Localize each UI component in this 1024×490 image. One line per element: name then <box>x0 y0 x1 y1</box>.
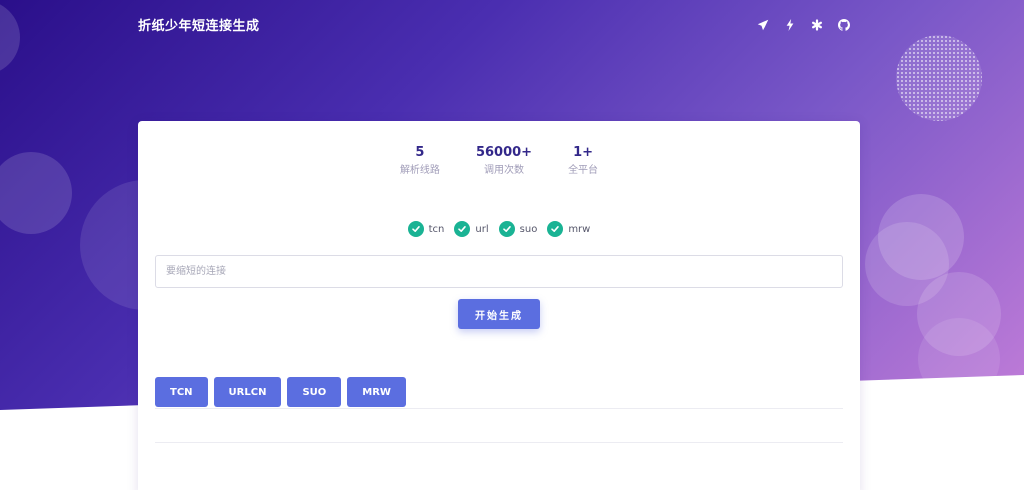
tabs-divider <box>155 408 843 409</box>
check-circle-icon <box>498 221 515 237</box>
top-navbar: 折纸少年短连接生成 <box>138 17 850 37</box>
stat-lines: 5 解析线路 <box>400 145 440 179</box>
result-divider <box>155 442 843 443</box>
url-input[interactable] <box>155 255 843 288</box>
service-label: url <box>475 223 489 235</box>
github-icon[interactable] <box>838 19 850 31</box>
site-title[interactable]: 折纸少年短连接生成 <box>138 17 260 37</box>
check-circle-icon <box>407 221 424 237</box>
check-circle-icon <box>454 221 471 237</box>
stat-value: 56000+ <box>475 145 533 160</box>
check-circle-icon <box>547 221 564 237</box>
stat-label: 调用次数 <box>484 165 524 176</box>
stat-label: 解析线路 <box>399 165 440 176</box>
service-label: tcn <box>428 223 445 235</box>
service-label: mrw <box>568 223 591 235</box>
decorative-bubble <box>0 0 20 75</box>
service-tcn[interactable]: tcn <box>407 221 445 237</box>
result-tabs: TCN URLCN SUO MRW <box>155 377 406 407</box>
service-label: suo <box>519 223 538 235</box>
bolt-icon[interactable] <box>784 19 796 31</box>
asterisk-icon[interactable] <box>811 19 823 31</box>
nav-icons <box>757 19 850 31</box>
decorative-bubble <box>0 152 72 234</box>
tab-urlcn[interactable]: URLCN <box>213 377 282 407</box>
paper-plane-icon[interactable] <box>757 19 769 31</box>
stat-calls: 56000+ 调用次数 <box>476 145 532 179</box>
decorative-bubble <box>878 194 964 280</box>
tab-tcn[interactable]: TCN <box>155 377 208 407</box>
tab-mrw[interactable]: MRW <box>347 377 406 407</box>
main-card: 5 解析线路 56000+ 调用次数 1+ 全平台 tcn url suo mr… <box>138 121 860 490</box>
stat-value: 5 <box>415 145 425 160</box>
service-mrw[interactable]: mrw <box>547 221 590 237</box>
stat-platforms: 1+ 全平台 <box>568 145 598 179</box>
stat-value: 1+ <box>573 145 594 160</box>
service-url[interactable]: url <box>454 221 489 237</box>
tab-suo[interactable]: SUO <box>287 377 342 407</box>
service-checklist: tcn url suo mrw <box>138 221 860 237</box>
service-suo[interactable]: suo <box>498 221 538 237</box>
stat-label: 全平台 <box>568 165 599 176</box>
stats-row: 5 解析线路 56000+ 调用次数 1+ 全平台 <box>138 145 860 179</box>
decorative-bubble <box>896 35 982 121</box>
generate-button[interactable]: 开始生成 <box>458 299 540 329</box>
